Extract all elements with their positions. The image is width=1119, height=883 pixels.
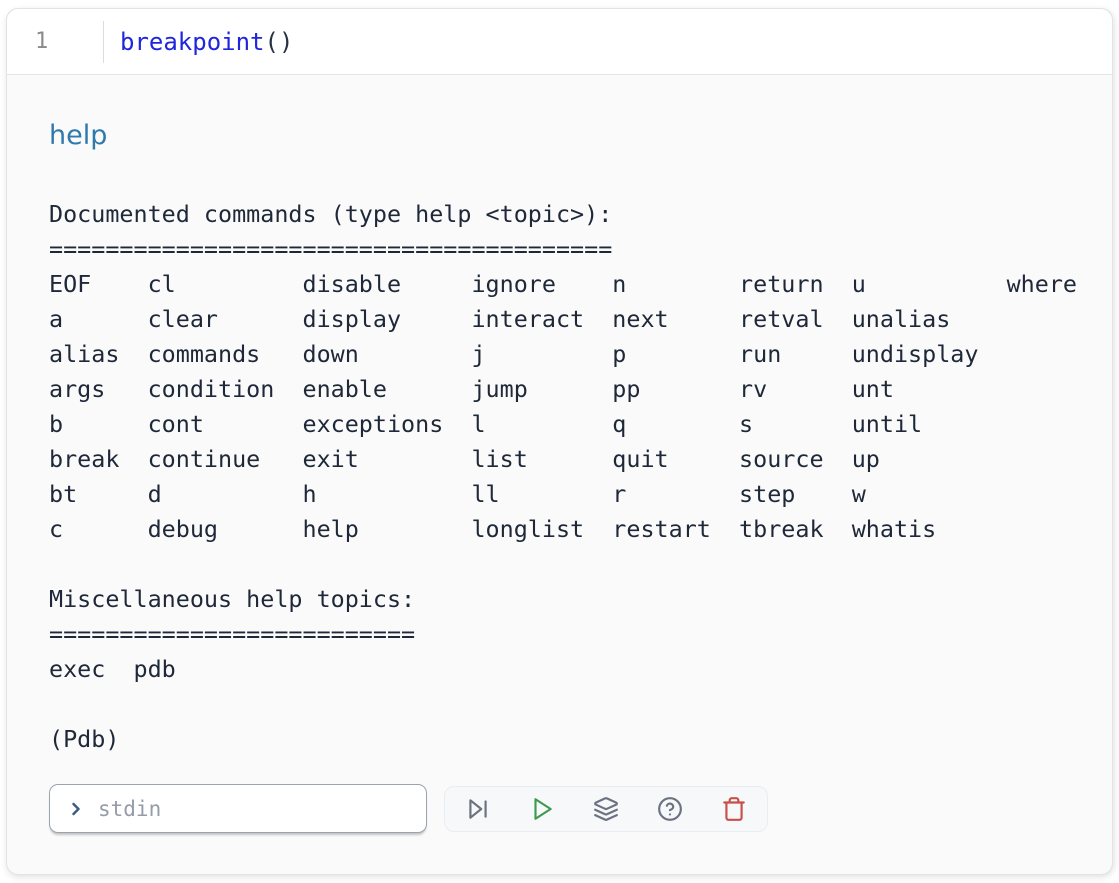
clear-button[interactable] [702,787,766,831]
play-icon [529,796,555,822]
run-button[interactable] [510,787,574,831]
chevron-right-icon [66,799,86,819]
line-number-gutter: 1 [7,29,103,54]
cell-output-area: help Documented commands (type help <top… [7,121,1112,833]
code-editor-row[interactable]: 1 breakpoint() [7,9,1112,75]
notebook-cell: 1 breakpoint() help Documented commands … [6,8,1113,875]
stack-button[interactable] [574,787,638,831]
stdin-input[interactable] [96,796,414,822]
debugger-controls-row [49,784,1076,833]
trash-icon [721,796,747,822]
skip-forward-icon [465,796,491,822]
debugger-toolbar [444,786,768,832]
stdin-input-box[interactable] [49,784,427,833]
gutter-divider [103,21,104,63]
code-parens: () [265,28,294,56]
help-button[interactable] [638,787,702,831]
code-function-name: breakpoint [120,28,265,56]
layers-icon [593,796,619,822]
pdb-console-output: Documented commands (type help <topic>):… [49,197,1076,757]
circle-help-icon [657,796,683,822]
skip-forward-button[interactable] [446,787,510,831]
pdb-help-command-echo: help [49,121,1076,151]
code-line[interactable]: breakpoint() [120,28,293,56]
line-number: 1 [35,29,48,54]
